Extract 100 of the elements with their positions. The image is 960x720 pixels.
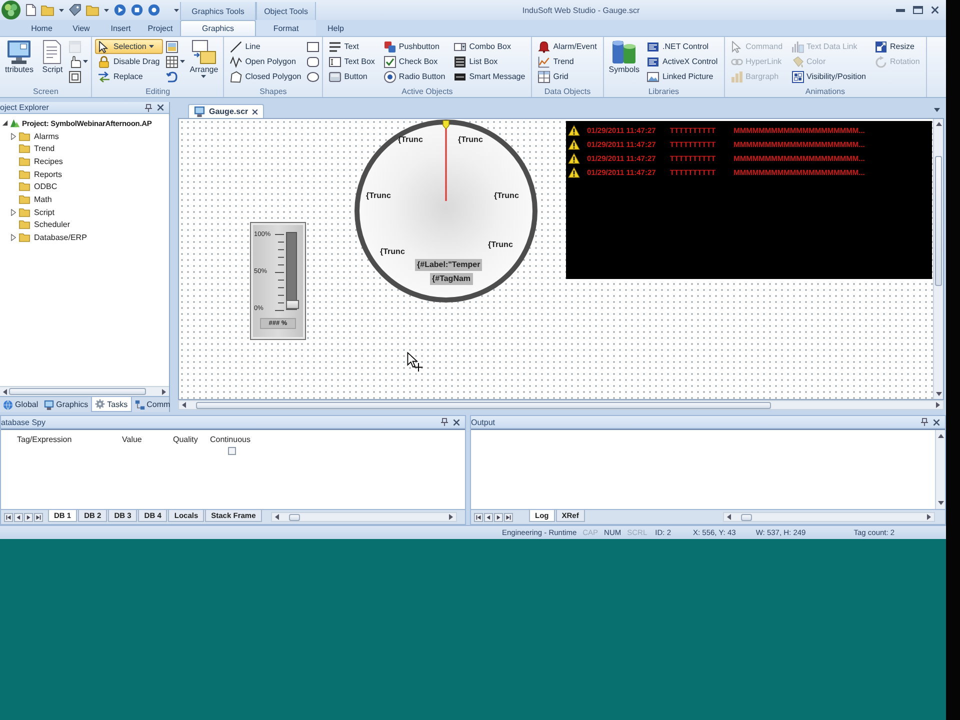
previous-icon[interactable] (14, 512, 23, 522)
tree-item[interactable]: ODBC (34, 182, 58, 192)
minimize-icon[interactable] (896, 8, 905, 12)
checkbox[interactable] (228, 447, 236, 455)
document-tab[interactable]: Gauge.scr (188, 104, 264, 118)
disc-icon[interactable] (148, 4, 160, 16)
panel-tab[interactable]: Tasks (91, 397, 132, 412)
ribbon-button[interactable]: Selection (95, 39, 163, 54)
caret-icon[interactable] (180, 60, 185, 63)
ribbon-button[interactable]: .NET Control (644, 39, 721, 54)
arrow-up-icon[interactable] (938, 434, 944, 438)
horizontal-scrollbar[interactable] (178, 400, 944, 410)
arrow-left-icon[interactable] (274, 514, 279, 520)
ribbon-button[interactable]: Smart Message (451, 69, 528, 84)
caret-icon[interactable] (174, 8, 179, 12)
arrow-down-icon[interactable] (936, 392, 942, 396)
ribbon-tab[interactable]: Project (140, 20, 180, 36)
logo-icon[interactable] (1, 0, 21, 20)
ribbon-tab[interactable]: Insert (101, 20, 140, 36)
ribbon-button[interactable]: Disable Drag (95, 54, 163, 69)
arrow-left-icon[interactable] (3, 388, 7, 394)
ribbon-large-button[interactable]: ttributes (3, 39, 36, 75)
arrow-right-icon[interactable] (449, 514, 453, 520)
caret-icon[interactable] (104, 8, 109, 12)
horizontal-scrollbar[interactable] (270, 512, 457, 522)
ribbon-button[interactable]: Text (326, 39, 378, 54)
maximize-icon[interactable] (913, 6, 923, 14)
vertical-scrollbar[interactable] (935, 430, 945, 509)
scrollbar-thumb[interactable] (741, 514, 752, 520)
horizontal-scrollbar[interactable] (0, 386, 169, 396)
stop-icon[interactable] (131, 4, 143, 16)
panel-tab[interactable]: Graphics (41, 397, 92, 412)
tree-item[interactable]: Script (34, 208, 54, 217)
tree-item[interactable]: Reports (34, 170, 62, 179)
close-icon[interactable] (252, 108, 258, 114)
panel-tab[interactable]: Global (0, 397, 42, 412)
rounded-rectangle-icon[interactable] (307, 56, 320, 68)
caret-icon[interactable] (83, 60, 88, 63)
close-icon[interactable] (933, 418, 940, 426)
caret-icon[interactable] (59, 8, 64, 12)
first-page-icon[interactable] (474, 512, 483, 522)
ribbon-large-button[interactable]: Script (38, 39, 66, 75)
last-page-icon[interactable] (504, 512, 513, 522)
image-icon[interactable] (166, 40, 178, 52)
arrow-left-icon[interactable] (727, 514, 731, 520)
ribbon-button[interactable]: Linked Picture (644, 69, 721, 84)
ribbon-button[interactable]: ActiveX Control (644, 54, 721, 69)
ribbon-button[interactable]: Check Box (380, 54, 448, 69)
hand-icon[interactable] (69, 56, 82, 68)
arrow-right-icon[interactable] (927, 514, 931, 520)
caret-icon[interactable] (934, 108, 940, 112)
tree-item[interactable]: Math (34, 194, 52, 204)
tree-item[interactable]: Alarms (34, 132, 59, 141)
ribbon-tab[interactable]: View (62, 20, 101, 36)
ribbon-button[interactable]: Open Polygon (227, 54, 304, 69)
tree-item[interactable]: Scheduler (34, 220, 70, 230)
close-icon[interactable] (453, 418, 460, 426)
previous-icon[interactable] (484, 512, 493, 522)
ribbon-tab[interactable]: Home (22, 20, 62, 36)
expand-icon[interactable] (11, 234, 16, 242)
collapse-icon[interactable] (2, 120, 8, 126)
arrow-right-icon[interactable] (162, 388, 166, 394)
scrollbar-thumb[interactable] (196, 402, 771, 408)
scrollbar-thumb[interactable] (288, 514, 300, 520)
pin-icon[interactable] (441, 418, 448, 426)
ribbon-button[interactable]: List Box (451, 54, 528, 69)
ribbon-button[interactable]: Closed Polygon (227, 69, 304, 84)
ribbon-button[interactable]: Grid (535, 69, 600, 84)
close-icon[interactable] (157, 104, 164, 111)
grid-icon[interactable] (166, 56, 178, 68)
ribbon-button[interactable]: Pushbutton (380, 39, 448, 54)
ribbon-large-button[interactable]: Symbols (606, 39, 642, 75)
last-page-icon[interactable] (34, 512, 43, 522)
ribbon-tab[interactable]: Help (316, 20, 356, 36)
arrow-right-icon[interactable] (936, 402, 940, 408)
ribbon-button[interactable]: Radio Button (380, 69, 448, 84)
ribbon-button[interactable]: Text Box (326, 54, 378, 69)
ribbon-button[interactable]: Trend (535, 54, 600, 69)
curved-arrow-icon[interactable] (166, 70, 178, 82)
scrollbar-thumb[interactable] (935, 156, 942, 286)
pin-icon[interactable] (921, 418, 928, 426)
ribbon-button[interactable]: Visibility/Position (788, 69, 869, 84)
ribbon-button[interactable]: Button (326, 69, 378, 84)
vertical-scrollbar[interactable] (933, 119, 943, 399)
expand-icon[interactable] (11, 132, 16, 140)
close-icon[interactable] (931, 6, 939, 14)
document-icon[interactable] (26, 4, 36, 16)
tree-item[interactable]: Database/ERP (34, 233, 87, 242)
first-page-icon[interactable] (4, 512, 13, 522)
ribbon-button[interactable]: Alarm/Event (535, 39, 600, 54)
ribbon-button[interactable]: Combo Box (451, 39, 528, 54)
ribbon-large-button[interactable]: Arrange (188, 39, 220, 79)
expand-icon[interactable] (11, 208, 16, 216)
ribbon-button[interactable]: Line (227, 39, 304, 54)
next-icon[interactable] (24, 512, 33, 522)
next-icon[interactable] (494, 512, 503, 522)
ribbon-button[interactable]: Replace (95, 69, 163, 84)
ribbon-tab[interactable]: Format (256, 20, 316, 36)
tag-icon[interactable] (69, 4, 81, 16)
pin-icon[interactable] (145, 104, 152, 112)
